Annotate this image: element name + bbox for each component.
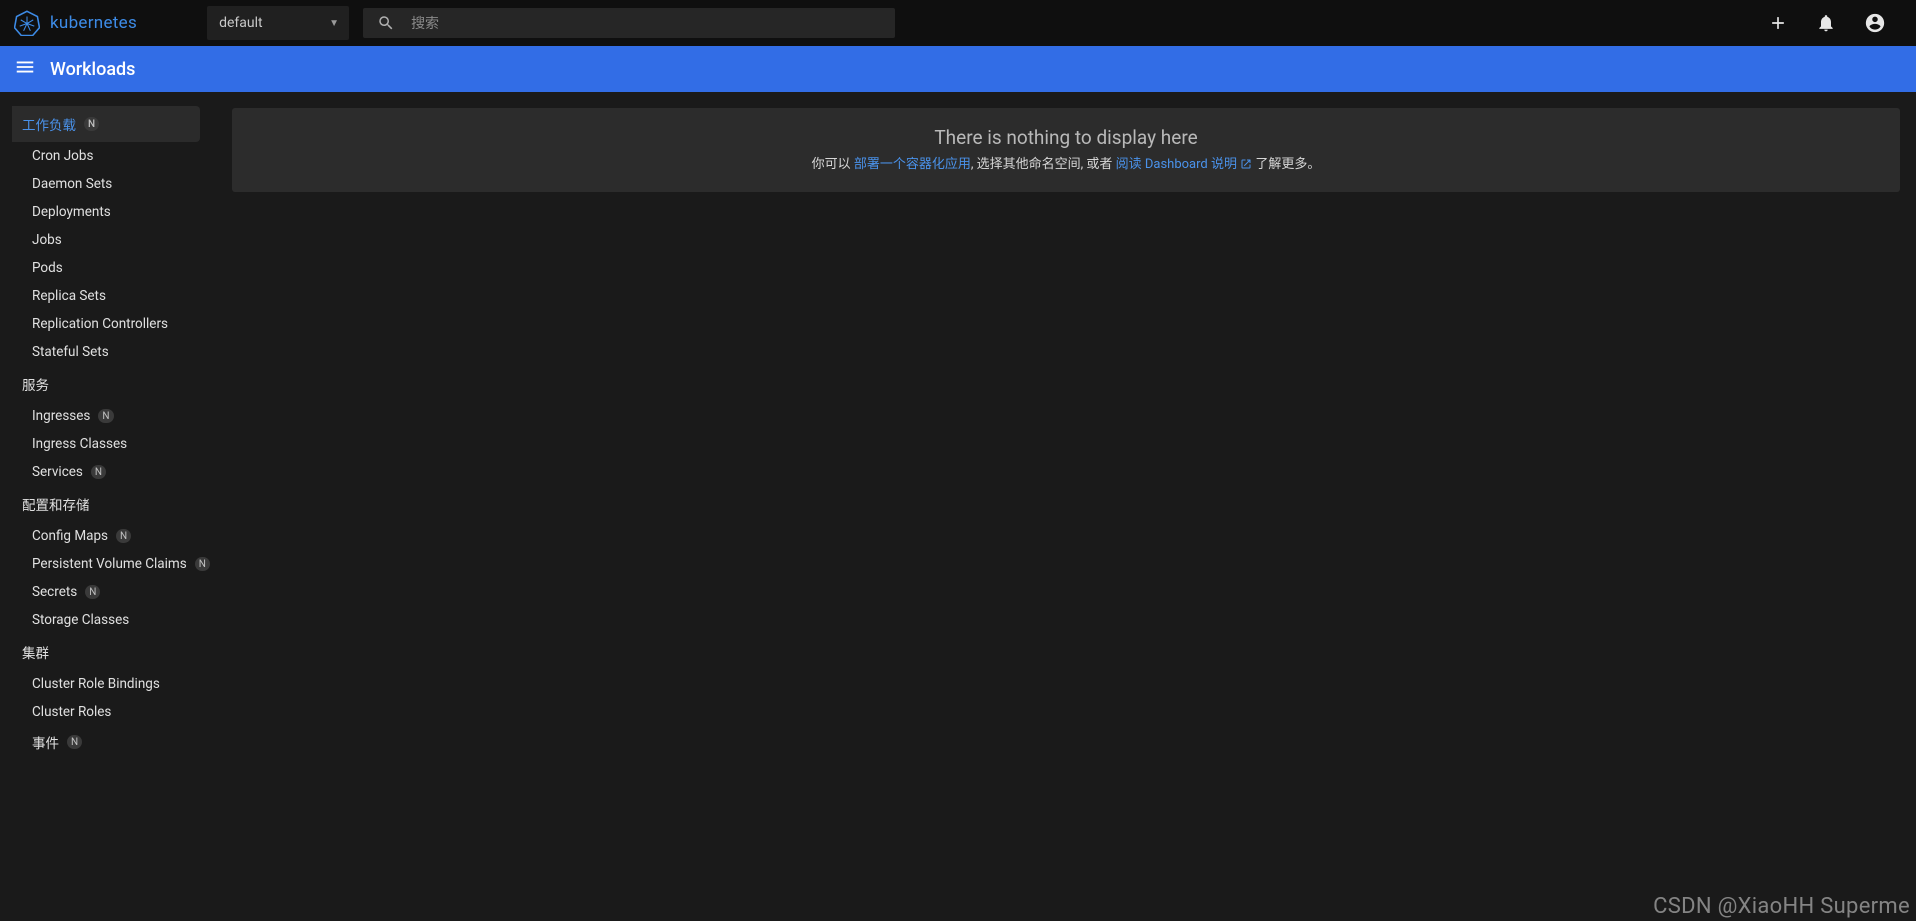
sidebar-item-label: Deployments bbox=[32, 204, 111, 220]
sidebar-item-label: Pods bbox=[32, 260, 63, 276]
sidebar-item-services[interactable]: Services N bbox=[0, 458, 216, 486]
sidebar-item-label: Replica Sets bbox=[32, 288, 106, 304]
sidebar-group-cluster[interactable]: 集群 bbox=[0, 634, 216, 670]
namespace-selected-value: default bbox=[219, 15, 263, 31]
notice-post-text: 了解更多。 bbox=[1252, 157, 1320, 172]
bell-icon[interactable] bbox=[1816, 13, 1836, 33]
sidebar-item-ingressclasses[interactable]: Ingress Classes bbox=[0, 430, 216, 458]
empty-state-title: There is nothing to display here bbox=[250, 126, 1882, 149]
search-input[interactable] bbox=[411, 15, 881, 31]
sidebar-item-pvc[interactable]: Persistent Volume Claims N bbox=[0, 550, 216, 578]
sidebar-group-label: 工作负载 bbox=[22, 114, 76, 134]
sidebar-item-replicationcontrollers[interactable]: Replication Controllers bbox=[0, 310, 216, 338]
namespace-badge: N bbox=[98, 409, 113, 423]
sidebar-item-replicasets[interactable]: Replica Sets bbox=[0, 282, 216, 310]
sidebar-item-label: Ingress Classes bbox=[32, 436, 127, 452]
topbar-actions bbox=[1768, 12, 1886, 34]
namespace-badge: N bbox=[91, 465, 106, 479]
watermark-text: CSDN @XiaoHH Superme bbox=[1653, 894, 1910, 919]
sidebar-group-workloads[interactable]: 工作负载 N bbox=[12, 106, 200, 142]
empty-state-subtitle: 你可以 部署一个容器化应用, 选择其他命名空间, 或者 阅读 Dashboard… bbox=[250, 153, 1882, 174]
sidebar-item-events[interactable]: 事件 N bbox=[0, 726, 216, 758]
search-bar[interactable] bbox=[363, 8, 895, 38]
sidebar-item-label: Storage Classes bbox=[32, 612, 129, 628]
sidebar-item-storageclasses[interactable]: Storage Classes bbox=[0, 606, 216, 634]
section-header: Workloads bbox=[0, 46, 1916, 92]
topbar: kubernetes default ▼ bbox=[0, 0, 1916, 46]
docs-link-label: 阅读 Dashboard 说明 bbox=[1116, 157, 1237, 172]
main-layout: 工作负载 N Cron Jobs Daemon Sets Deployments… bbox=[0, 92, 1916, 921]
sidebar-item-label: Cluster Role Bindings bbox=[32, 676, 160, 692]
notice-mid-text: , 选择其他命名空间, 或者 bbox=[971, 157, 1116, 172]
search-icon bbox=[377, 14, 395, 32]
sidebar-item-label: Cluster Roles bbox=[32, 704, 111, 720]
sidebar-item-label: Secrets bbox=[32, 584, 77, 600]
sidebar-item-label: 事件 bbox=[32, 732, 59, 752]
hamburger-icon bbox=[14, 56, 36, 78]
sidebar-item-clusterroles[interactable]: Cluster Roles bbox=[0, 698, 216, 726]
notice-pre-text: 你可以 bbox=[812, 157, 854, 172]
deploy-link[interactable]: 部署一个容器化应用 bbox=[854, 157, 971, 172]
sidebar-item-jobs[interactable]: Jobs bbox=[0, 226, 216, 254]
docs-link[interactable]: 阅读 Dashboard 说明 bbox=[1116, 157, 1253, 172]
sidebar-item-label: Jobs bbox=[32, 232, 62, 248]
menu-toggle[interactable] bbox=[14, 56, 36, 82]
namespace-badge: N bbox=[116, 529, 131, 543]
namespace-badge: N bbox=[85, 585, 100, 599]
sidebar-item-label: Daemon Sets bbox=[32, 176, 112, 192]
namespace-select[interactable]: default ▼ bbox=[207, 6, 349, 40]
logo-text: kubernetes bbox=[50, 13, 137, 33]
content-area: There is nothing to display here 你可以 部署一… bbox=[216, 92, 1916, 921]
namespace-badge: N bbox=[195, 557, 210, 571]
sidebar-item-daemonsets[interactable]: Daemon Sets bbox=[0, 170, 216, 198]
sidebar-item-label: Persistent Volume Claims bbox=[32, 556, 187, 572]
sidebar-item-label: Ingresses bbox=[32, 408, 90, 424]
sidebar-item-label: Cron Jobs bbox=[32, 148, 93, 164]
namespace-badge: N bbox=[84, 117, 99, 131]
add-icon[interactable] bbox=[1768, 13, 1788, 33]
sidebar-group-services[interactable]: 服务 bbox=[0, 366, 216, 402]
sidebar-item-label: Stateful Sets bbox=[32, 344, 109, 360]
sidebar-item-secrets[interactable]: Secrets N bbox=[0, 578, 216, 606]
sidebar-group-label: 服务 bbox=[22, 374, 49, 394]
logo[interactable]: kubernetes bbox=[14, 10, 137, 36]
sidebar-item-statefulsets[interactable]: Stateful Sets bbox=[0, 338, 216, 366]
sidebar-item-label: Config Maps bbox=[32, 528, 108, 544]
sidebar-item-deployments[interactable]: Deployments bbox=[0, 198, 216, 226]
sidebar-item-label: Replication Controllers bbox=[32, 316, 168, 332]
sidebar-group-label: 配置和存储 bbox=[22, 494, 90, 514]
sidebar-item-clusterrolebindings[interactable]: Cluster Role Bindings bbox=[0, 670, 216, 698]
sidebar-item-pods[interactable]: Pods bbox=[0, 254, 216, 282]
sidebar-item-cronjobs[interactable]: Cron Jobs bbox=[0, 142, 216, 170]
sidebar-item-ingresses[interactable]: Ingresses N bbox=[0, 402, 216, 430]
sidebar-group-config[interactable]: 配置和存储 bbox=[0, 486, 216, 522]
empty-state-card: There is nothing to display here 你可以 部署一… bbox=[232, 108, 1900, 192]
page-title: Workloads bbox=[50, 59, 135, 80]
kubernetes-logo-icon bbox=[14, 10, 40, 36]
account-icon[interactable] bbox=[1864, 12, 1886, 34]
chevron-down-icon: ▼ bbox=[329, 18, 339, 29]
sidebar-group-label: 集群 bbox=[22, 642, 49, 662]
sidebar: 工作负载 N Cron Jobs Daemon Sets Deployments… bbox=[0, 92, 216, 921]
sidebar-item-label: Services bbox=[32, 464, 83, 480]
sidebar-item-configmaps[interactable]: Config Maps N bbox=[0, 522, 216, 550]
external-link-icon bbox=[1240, 158, 1252, 174]
namespace-badge: N bbox=[67, 735, 82, 749]
